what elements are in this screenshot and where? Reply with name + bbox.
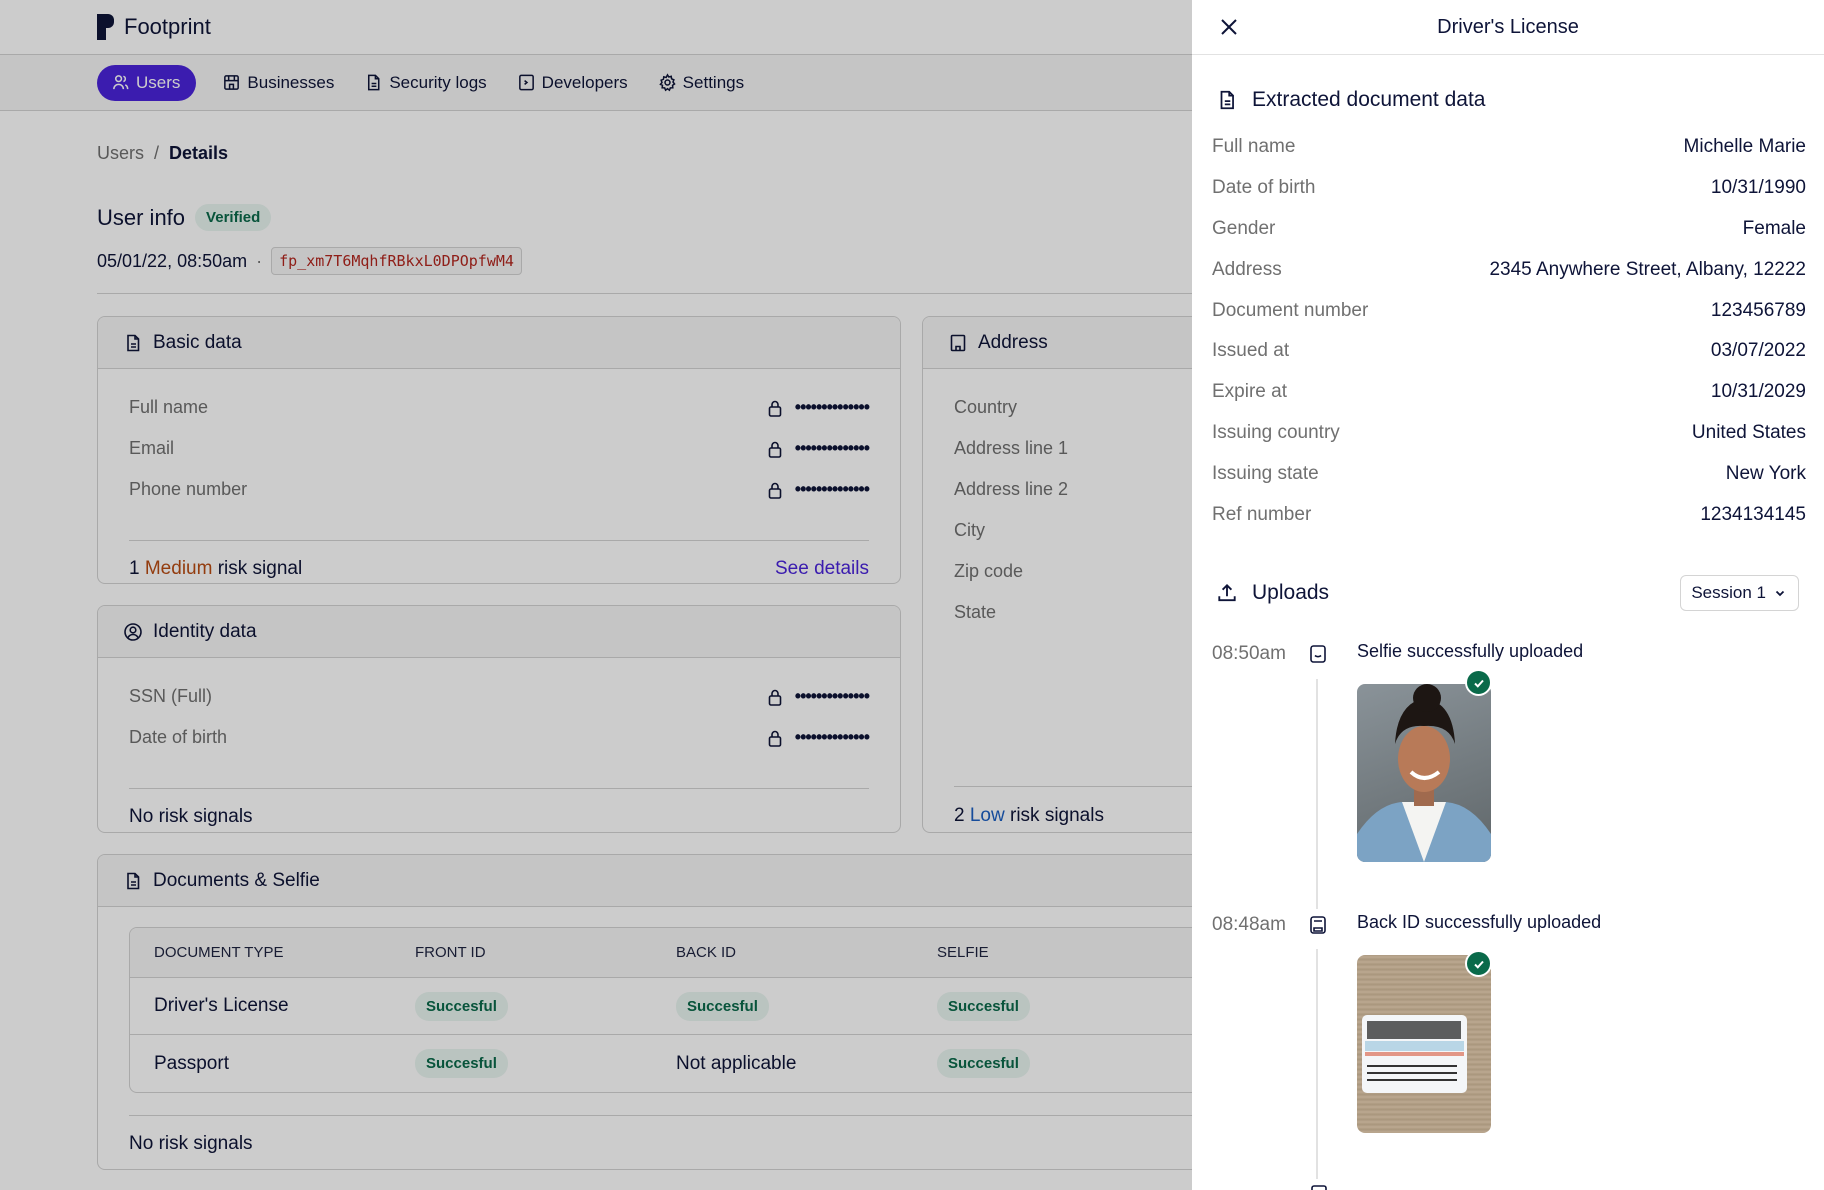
field-label: Ref number bbox=[1212, 503, 1312, 525]
extracted-row: Date of birth 10/31/1990 bbox=[1212, 168, 1806, 209]
extracted-row: Document number 123456789 bbox=[1212, 290, 1806, 331]
success-check-icon bbox=[1465, 669, 1492, 696]
field-value: 03/07/2022 bbox=[1710, 340, 1806, 362]
field-value: 2345 Anywhere Street, Albany, 12222 bbox=[1489, 258, 1806, 280]
document-drawer: Driver's License Extracted document data… bbox=[1192, 0, 1824, 1190]
drawer-header: Driver's License bbox=[1192, 0, 1824, 55]
field-label: Full name bbox=[1212, 136, 1296, 158]
field-label: Address bbox=[1212, 258, 1282, 280]
chevron-down-icon bbox=[1775, 590, 1785, 597]
uploads-header: Uploads Session 1 bbox=[1192, 574, 1824, 611]
field-value: 10/31/2029 bbox=[1710, 381, 1806, 403]
field-value: Female bbox=[1742, 217, 1806, 239]
selfie-image bbox=[1357, 683, 1491, 862]
uploads-timeline: 08:50am Selfie successfully uploaded 08:… bbox=[1192, 641, 1824, 1179]
field-label: Gender bbox=[1212, 217, 1276, 239]
field-value: United States bbox=[1691, 421, 1806, 443]
event-time: 08:50am bbox=[1212, 642, 1286, 664]
section-title: Extracted document data bbox=[1252, 88, 1486, 111]
field-label: Issuing state bbox=[1212, 462, 1319, 484]
field-label: Expire at bbox=[1212, 381, 1287, 403]
extracted-row: Issuing state New York bbox=[1212, 453, 1806, 494]
field-label: Issued at bbox=[1212, 340, 1290, 362]
event-time: 08:48am bbox=[1212, 913, 1286, 935]
selfie-icon bbox=[1310, 645, 1326, 663]
extracted-data-header: Extracted document data bbox=[1192, 88, 1824, 112]
field-value: 1234134145 bbox=[1700, 503, 1806, 525]
extracted-row: Issued at 03/07/2022 bbox=[1212, 331, 1806, 372]
back-id-photo[interactable] bbox=[1357, 954, 1491, 1133]
timeline-item: 08:48am Back ID successfully uploaded bbox=[1212, 912, 1824, 1133]
close-button[interactable] bbox=[1216, 14, 1242, 40]
drawer-title: Driver's License bbox=[1437, 15, 1579, 38]
extracted-row: Gender Female bbox=[1212, 209, 1806, 250]
field-label: Date of birth bbox=[1212, 177, 1316, 199]
extracted-row: Issuing country United States bbox=[1212, 413, 1806, 454]
extracted-row: Full name Michelle Marie bbox=[1212, 127, 1806, 168]
event-text: Back ID successfully uploaded bbox=[1357, 911, 1602, 932]
extracted-row: Ref number 1234134145 bbox=[1212, 494, 1806, 535]
file-text-icon bbox=[1220, 90, 1234, 110]
success-check-icon bbox=[1465, 950, 1492, 977]
event-text: Selfie successfully uploaded bbox=[1357, 640, 1584, 661]
field-value: 10/31/1990 bbox=[1710, 177, 1806, 199]
session-value: Session 1 bbox=[1691, 582, 1766, 602]
extracted-data-list: Full name Michelle Marie Date of birth 10/… bbox=[1192, 127, 1824, 535]
field-value: 123456789 bbox=[1710, 299, 1806, 321]
field-label: Issuing country bbox=[1212, 421, 1340, 443]
upload-icon bbox=[1218, 583, 1236, 602]
id-card-icon bbox=[1310, 916, 1326, 934]
selfie-photo[interactable] bbox=[1357, 683, 1491, 862]
next-event-icon bbox=[1311, 1185, 1327, 1190]
field-value: New York bbox=[1725, 462, 1806, 484]
close-icon bbox=[1221, 19, 1237, 35]
back-id-image bbox=[1362, 1014, 1467, 1093]
field-value: Michelle Marie bbox=[1683, 136, 1806, 158]
uploads-title-group: Uploads bbox=[1192, 581, 1329, 605]
extracted-row: Expire at 10/31/2029 bbox=[1212, 372, 1806, 413]
timeline-item: 08:50am Selfie successfully uploaded bbox=[1212, 641, 1824, 862]
timeline-connector bbox=[1316, 948, 1318, 1179]
section-title: Uploads bbox=[1252, 580, 1330, 604]
session-dropdown[interactable]: Session 1 bbox=[1680, 574, 1799, 611]
field-label: Document number bbox=[1212, 299, 1369, 321]
extracted-row: Address 2345 Anywhere Street, Albany, 122… bbox=[1212, 249, 1806, 290]
